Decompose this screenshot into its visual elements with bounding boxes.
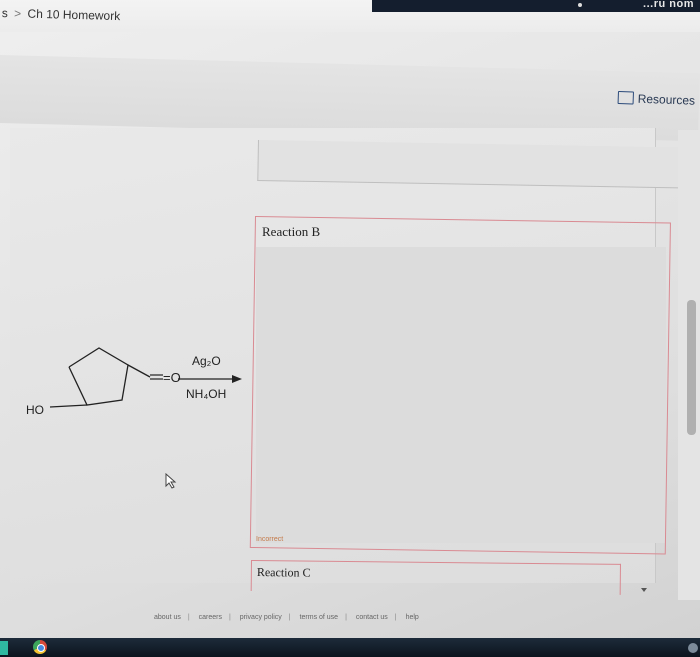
dropdown-arrow-icon[interactable] <box>641 588 647 592</box>
footer-divider: | <box>228 614 231 621</box>
footer-divider: | <box>345 614 347 621</box>
system-tray-icon[interactable] <box>688 643 698 653</box>
book-icon <box>617 91 634 105</box>
resources-label: Resources <box>637 91 696 108</box>
footer-link-help[interactable]: help <box>406 614 419 621</box>
reaction-c-label: Reaction C <box>256 565 311 580</box>
reaction-a-answer-box[interactable] <box>257 140 688 189</box>
mouse-pointer-icon <box>165 473 177 489</box>
brand-header-strip: ...ru nom <box>372 0 700 12</box>
top-bar: s > Ch 10 Homework ...ru nom <box>0 0 700 32</box>
hydroxyl-label: HO <box>26 403 44 417</box>
footer-divider: | <box>187 614 190 621</box>
reaction-c-answer-box[interactable]: Reaction C <box>250 560 621 595</box>
resources-button[interactable]: Resources <box>617 91 696 108</box>
footer-link-terms[interactable]: terms of use <box>300 614 339 621</box>
breadcrumb-separator: > <box>13 6 22 21</box>
footer-links: about us | careers | privacy policy | terms… <box>148 614 425 621</box>
reaction-b-label: Reaction B <box>262 224 321 239</box>
starting-molecule-structure: =O HO Ag₂O NH₄OH <box>26 347 242 417</box>
header-dot-icon <box>578 3 582 7</box>
footer-link-privacy[interactable]: privacy policy <box>240 614 282 621</box>
breadcrumb: s > Ch 10 Homework <box>2 6 121 23</box>
browser-viewport: s > Ch 10 Homework ...ru nom Resources R… <box>0 0 700 640</box>
breadcrumb-prefix[interactable]: s <box>2 6 8 20</box>
reagent-top: Ag₂O <box>192 354 221 368</box>
scrollbar-thumb[interactable] <box>687 300 696 435</box>
incorrect-feedback: Incorrect <box>256 536 284 543</box>
footer-link-contact[interactable]: contact us <box>356 614 388 621</box>
page-title: Ch 10 Homework <box>27 6 121 24</box>
footer-divider: | <box>394 614 397 621</box>
cyclopentane-ring <box>68 347 129 406</box>
reaction-b-answer-box[interactable] <box>249 216 671 555</box>
carbonyl-label: =O <box>163 370 181 385</box>
footer-divider: | <box>288 614 291 621</box>
reagent-bottom: NH₄OH <box>186 387 226 401</box>
app-icon[interactable] <box>0 641 8 655</box>
os-taskbar <box>0 638 700 657</box>
footer-link-careers[interactable]: careers <box>199 614 222 621</box>
reaction-arrow-head-icon <box>232 375 242 383</box>
footer-link-about[interactable]: about us <box>154 614 181 621</box>
aldehyde-bond <box>127 364 151 378</box>
brand-logo: ...ru nom <box>643 0 694 10</box>
hydroxyl-bond <box>49 404 88 408</box>
chrome-icon[interactable] <box>33 640 47 654</box>
